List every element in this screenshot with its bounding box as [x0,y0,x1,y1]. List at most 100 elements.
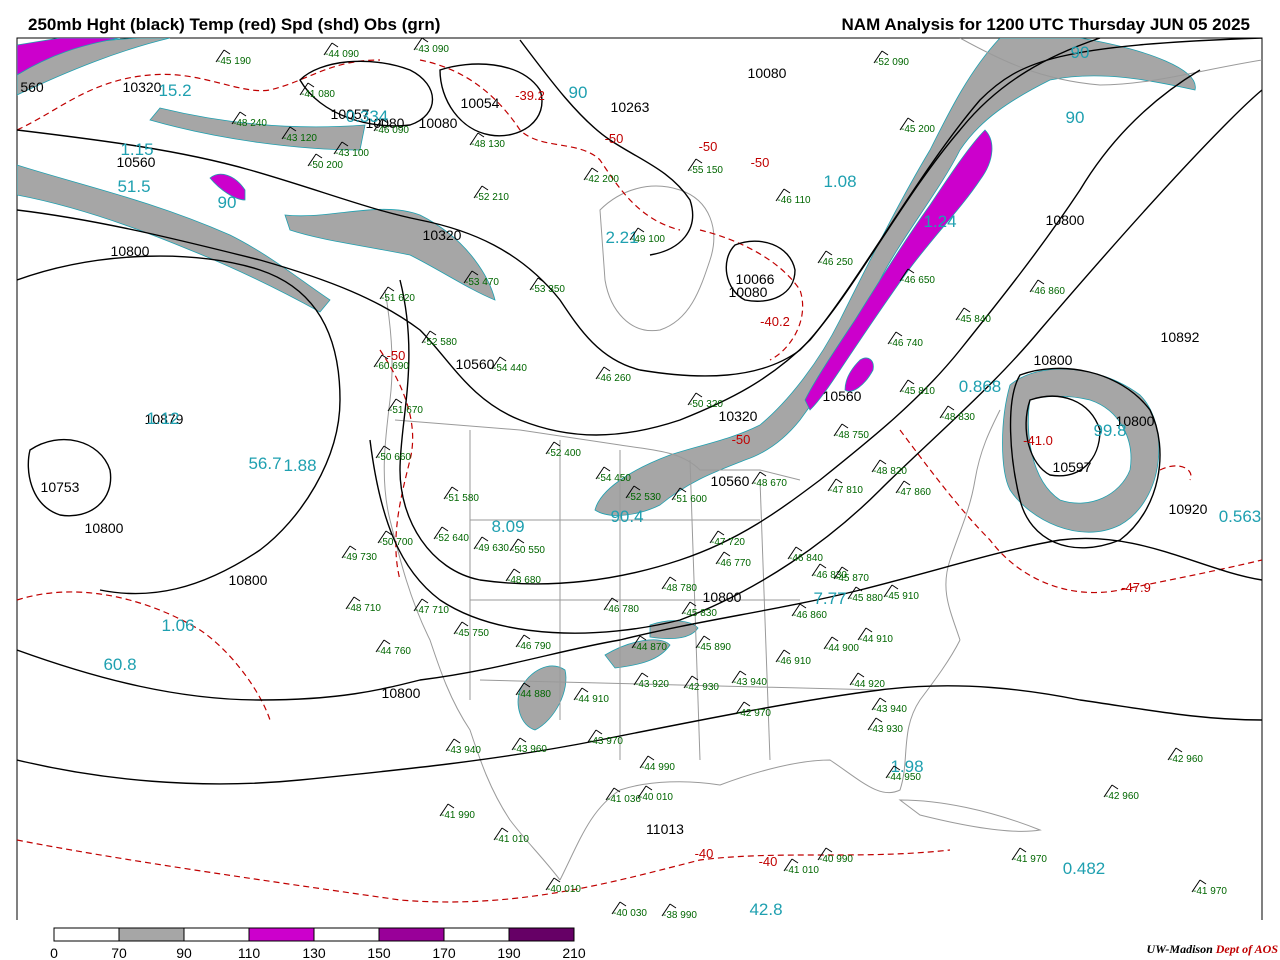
legend-tick-label: 90 [176,945,192,960]
legend-bins [53,927,575,942]
observation-label: -42 960 [1169,754,1203,765]
temperature-label: -40 [759,854,778,869]
observation-label: -54 450 [597,473,631,484]
observation-label: -54 440 [493,363,527,374]
legend-bin [118,927,185,942]
observation-label: -51 600 [673,494,707,505]
observation-label: -50 660 [377,452,411,463]
observation-label: -38 990 [663,910,697,920]
observation-label: -45 840 [957,314,991,325]
speed-label: 8.09 [491,517,524,536]
observation-label: -43 090 [415,44,449,55]
observation-label: -43 940 [447,745,481,756]
observation-label: -46 860 [1031,286,1065,297]
speed-label: 99.8 [1093,421,1126,440]
temperature-label: -39.2 [515,88,545,103]
observation-label: -48 680 [507,575,541,586]
observation-label: -55 150 [689,165,723,176]
observation-label: -50 320 [689,399,723,410]
observation-label: -53 470 [465,277,499,288]
observation-label: -45 830 [683,608,717,619]
observation-label: -40 010 [639,792,673,803]
speed-label: 90.4 [610,507,643,526]
speed-label: 1.24 [923,212,956,231]
observation-label: -43 920 [635,679,669,690]
observation-label: -46 650 [901,275,935,286]
speed-label: 90 [569,83,588,102]
observation-label: -45 880 [849,593,883,604]
observation-label: -42 930 [685,682,719,693]
observation-label: -47 860 [897,487,931,498]
speed-label: 1.15 [120,140,153,159]
observation-label: -42 970 [737,708,771,719]
observation-label: -47 720 [711,537,745,548]
height-label: 10597 [1053,459,1092,475]
height-label: 10800 [229,572,268,588]
observation-label: -48 780 [663,583,697,594]
observation-label: -51 620 [381,293,415,304]
legend-tick-label: 130 [302,945,326,960]
observation-label: -41 010 [495,834,529,845]
height-label: 560 [20,79,44,95]
observation-label: -44 760 [377,646,411,657]
height-label: 10054 [461,95,500,111]
height-label: 10080 [748,65,787,81]
speed-label: 7.77 [813,589,846,608]
height-label: 10320 [123,79,162,95]
observation-label: -41 970 [1193,886,1227,897]
legend-tick-label: 170 [432,945,456,960]
observation-label: -45 910 [885,591,919,602]
observation-label: -52 090 [875,57,909,68]
speed-label: 1.06 [161,616,194,635]
speed-label: 90 [218,193,237,212]
observation-label: -52 580 [423,337,457,348]
height-label: 10800 [703,589,742,605]
observation-label: -48 710 [347,603,381,614]
observation-label: -43 120 [283,133,317,144]
observation-label: -53 350 [531,284,565,295]
observation-label: -52 530 [627,492,661,503]
speed-label: 60.8 [103,655,136,674]
legend-tick-label: 110 [238,945,261,960]
observation-label: -42 960 [1105,791,1139,802]
temperature-label: -40.2 [760,314,790,329]
observation-label: -44 900 [825,643,859,654]
observation-label: -48 240 [233,118,267,129]
observation-label: -41 036 [607,794,641,805]
height-label: 10800 [85,520,124,536]
observation-label: -46 910 [777,656,811,667]
height-label: 10753 [41,479,80,495]
observation-label: -45 190 [217,56,251,67]
observation-label: -46 780 [605,604,639,615]
weather-map: 560 1032010054100801026310080100571008010… [16,37,1263,920]
height-label: 10892 [1161,329,1200,345]
temperature-label: -47.9 [1121,580,1151,595]
speed-label: 0.563 [1219,507,1262,526]
height-label: 10320 [719,408,758,424]
legend-bin [378,927,445,942]
temperature-label: -50 [699,139,718,154]
observation-label: -44 870 [633,642,667,653]
observation-label: -44 990 [641,762,675,773]
height-label: 11013 [646,821,684,837]
observation-label: -44 880 [517,689,551,700]
observation-label: -46 740 [889,338,923,349]
height-label: 10800 [382,685,421,701]
speed-label: 1.12 [146,409,179,428]
observation-label: -45 200 [901,124,935,135]
observation-label: -52 640 [435,533,469,544]
height-label: 10080 [419,115,458,131]
speed-label: 1.88 [283,456,316,475]
observation-label: -41 970 [1013,854,1047,865]
speed-label: 90 [1066,108,1085,127]
observation-label: -46 110 [777,195,811,206]
speed-legend: 0 70 90 110 130 150 170 190 210 [50,927,586,960]
observation-label: -43 970 [589,736,623,747]
observation-label: -49 730 [343,552,377,563]
legend-tick-label: 70 [111,945,127,960]
height-label: 10080 [729,284,768,300]
observation-label: -46 260 [597,373,631,384]
observation-label: -50 550 [511,545,545,556]
height-label: 10320 [423,227,462,243]
observation-label: -45 890 [697,642,731,653]
